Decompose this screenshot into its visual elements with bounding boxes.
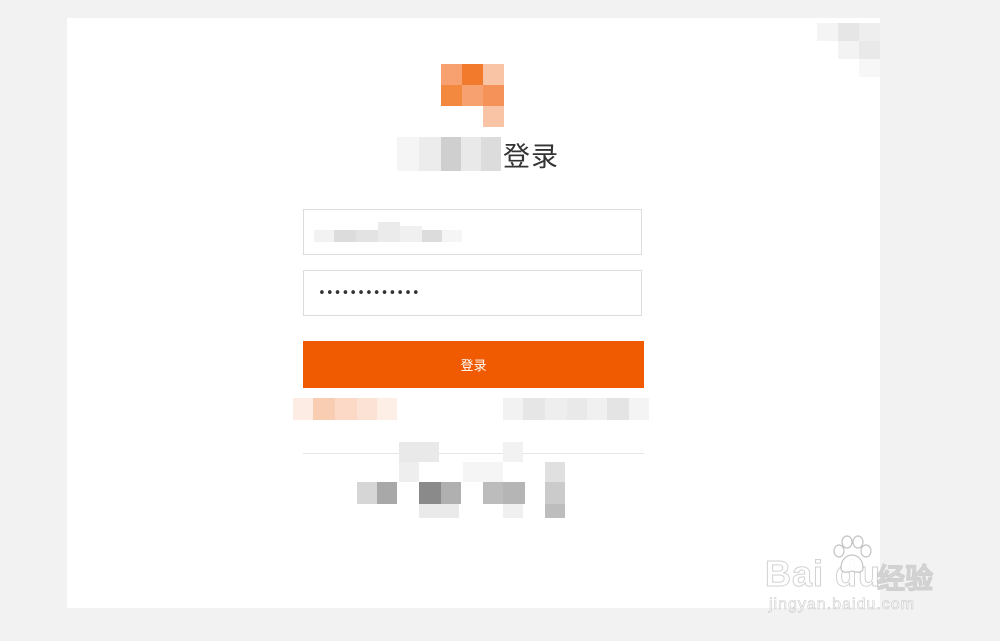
obscured-corner <box>817 23 880 78</box>
login-button[interactable]: 登录 <box>303 341 644 388</box>
page-title: 登录 <box>503 141 559 173</box>
title-row: 登录 <box>397 134 559 174</box>
obscured-username <box>314 220 484 250</box>
login-card: 登录 登录 <box>67 18 880 608</box>
obscured-bottom-section <box>303 442 643 518</box>
obscured-site-name <box>397 137 501 171</box>
baidu-jingyan-watermark: Bai du 经验 jingyan.baidu.com <box>764 535 965 615</box>
paw-icon <box>833 535 872 573</box>
username-field[interactable] <box>303 209 642 255</box>
watermark-url: jingyan.baidu.com <box>769 596 915 614</box>
watermark-cn: 经验 <box>876 562 934 596</box>
obscured-links <box>293 398 653 420</box>
password-input[interactable] <box>304 271 641 315</box>
logo-icon <box>441 64 504 127</box>
password-field[interactable] <box>303 270 642 316</box>
